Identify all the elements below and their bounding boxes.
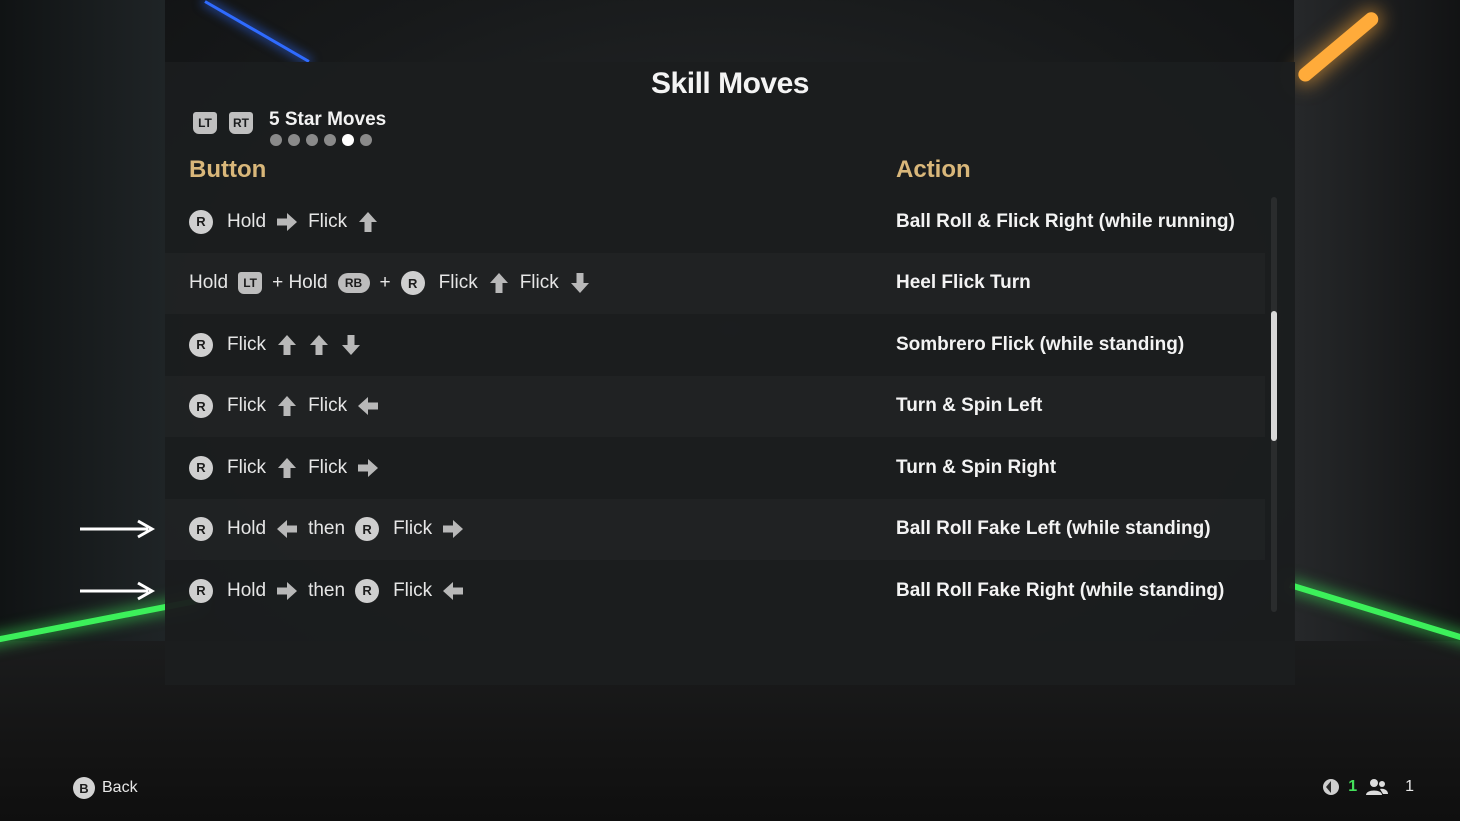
- sequence-word: Flick: [227, 395, 267, 417]
- button-sequence: Hold LT + Hold RB + R Flick Flick: [189, 253, 591, 315]
- action-label: Ball Roll Fake Left (while standing): [896, 518, 1211, 540]
- action-label: Turn & Spin Left: [896, 395, 1043, 417]
- skill-move-row[interactable]: R Flick Flick Turn & Spin Right: [165, 437, 1265, 499]
- sequence-word: Flick: [438, 272, 478, 294]
- arrow-up-icon: [276, 334, 298, 356]
- page-dot: [270, 134, 282, 146]
- arrow-down-icon: [569, 272, 591, 294]
- controller-side-icon: [1323, 779, 1340, 795]
- skill-moves-panel: Skill Moves LT RT 5 Star Moves Button Ac…: [165, 62, 1295, 685]
- page-dot: [360, 134, 372, 146]
- skill-move-row[interactable]: R Hold then R Flick Ball Roll Fake Left (whil…: [165, 499, 1265, 561]
- sequence-word: Flick: [393, 518, 433, 540]
- right-stick-icon: R: [189, 332, 213, 357]
- sequence-word: Hold: [227, 579, 267, 601]
- players-left-count: 1: [1348, 778, 1358, 795]
- scrollbar[interactable]: [1271, 197, 1277, 612]
- arrow-right-icon: [357, 457, 379, 479]
- page-navigation: LT RT 5 Star Moves: [193, 108, 386, 148]
- page-dot: [306, 134, 318, 146]
- sequence-word: Hold: [227, 518, 267, 540]
- action-label: Ball Roll & Flick Right (while running): [896, 210, 1235, 232]
- sequence-word: Hold: [189, 272, 229, 294]
- sequence-word: then: [308, 518, 346, 540]
- skill-move-row[interactable]: R Hold Flick Ball Roll & Flick Right (while…: [165, 191, 1265, 253]
- right-stick-icon: R: [400, 271, 425, 296]
- arrow-up-icon: [357, 211, 379, 233]
- right-stick-icon: R: [189, 455, 213, 480]
- action-label: Heel Flick Turn: [896, 272, 1031, 294]
- players-icon: [1366, 779, 1389, 795]
- right-stick-icon: R: [189, 517, 213, 542]
- sequence-word: Flick: [519, 272, 559, 294]
- sequence-word: then: [308, 579, 346, 601]
- right-stick-icon: R: [189, 394, 213, 419]
- arrow-left-icon: [357, 395, 379, 417]
- player-status: 1 1: [1322, 778, 1414, 796]
- b-button-icon: B: [73, 777, 95, 799]
- skill-move-row[interactable]: R Flick Sombrero Flick (while standing): [165, 314, 1265, 376]
- sequence-word: Flick: [227, 456, 267, 478]
- arrow-right-icon: [276, 211, 298, 233]
- scrollbar-thumb[interactable]: [1271, 311, 1277, 441]
- sequence-word: + Hold: [272, 272, 328, 294]
- column-header-action: Action: [896, 156, 971, 183]
- lt-trigger-icon: LT: [238, 272, 263, 295]
- back-button[interactable]: B Back: [73, 777, 138, 799]
- action-label: Turn & Spin Right: [896, 456, 1057, 478]
- button-sequence: R Hold then R Flick: [189, 499, 464, 561]
- back-label: Back: [102, 779, 138, 796]
- button-sequence: R Flick Flick: [189, 376, 379, 438]
- button-sequence: R Hold Flick: [189, 191, 379, 253]
- page-dot: [288, 134, 300, 146]
- sequence-word: Flick: [308, 456, 348, 478]
- button-sequence: R Flick: [189, 314, 362, 376]
- sequence-word: Flick: [308, 395, 348, 417]
- action-label: Sombrero Flick (while standing): [896, 333, 1185, 355]
- arrow-right-icon: [442, 518, 464, 540]
- arrow-right-icon: [276, 580, 298, 602]
- right-stick-icon: R: [355, 578, 380, 603]
- action-label: Ball Roll Fake Right (while standing): [896, 579, 1225, 601]
- sequence-word: +: [379, 272, 391, 294]
- page-dots: [269, 134, 386, 146]
- page-label: 5 Star Moves: [269, 109, 387, 130]
- annotation-arrow-icon: [80, 581, 156, 601]
- page-dot-active: [342, 134, 354, 146]
- column-header-button: Button: [189, 156, 267, 183]
- arrow-up-icon: [276, 395, 298, 417]
- right-stick-icon: R: [189, 209, 213, 234]
- page-indicator: 5 Star Moves: [269, 108, 386, 146]
- right-stick-icon: R: [189, 578, 213, 603]
- button-sequence: R Flick Flick: [189, 437, 379, 499]
- sequence-word: Flick: [393, 579, 433, 601]
- page-dot: [324, 134, 336, 146]
- arrow-up-icon: [488, 272, 510, 294]
- arrow-down-icon: [340, 334, 362, 356]
- skill-move-row[interactable]: Hold LT + Hold RB + R Flick Flick Heel Flick Tur…: [165, 253, 1265, 315]
- right-stick-icon: R: [355, 517, 380, 542]
- sequence-word: Hold: [227, 210, 267, 232]
- skill-move-row[interactable]: R Hold then R Flick Ball Roll Fake Right (whi…: [165, 560, 1265, 622]
- button-sequence: R Hold then R Flick: [189, 560, 464, 622]
- annotation-arrow-icon: [80, 519, 156, 539]
- rt-trigger-icon[interactable]: RT: [229, 112, 253, 134]
- skill-move-list: R Hold Flick Ball Roll & Flick Right (while…: [165, 191, 1265, 622]
- lt-trigger-icon[interactable]: LT: [193, 112, 217, 134]
- players-total-count: 1: [1405, 778, 1414, 795]
- arrow-up-icon: [276, 457, 298, 479]
- neon-light-blue: [204, 0, 310, 63]
- arrow-up-icon: [308, 334, 330, 356]
- arrow-left-icon: [442, 580, 464, 602]
- arrow-left-icon: [276, 518, 298, 540]
- rb-button-icon: RB: [337, 273, 370, 294]
- sequence-word: Flick: [227, 333, 267, 355]
- sequence-word: Flick: [308, 210, 348, 232]
- page-title: Skill Moves: [651, 67, 809, 100]
- skill-move-row[interactable]: R Flick Flick Turn & Spin Left: [165, 376, 1265, 438]
